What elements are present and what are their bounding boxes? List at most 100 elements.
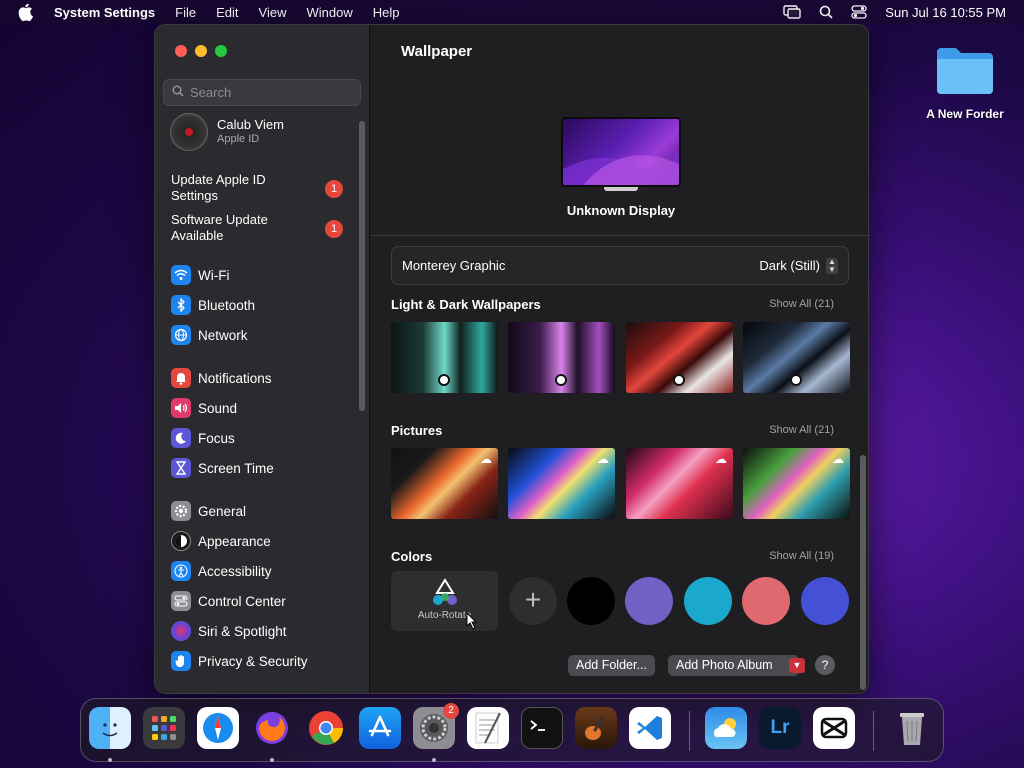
chevron-down-icon[interactable]: ▼ <box>789 658 805 673</box>
garageband-icon[interactable] <box>575 707 617 749</box>
bluetooth-icon <box>171 295 191 315</box>
dynamic-mode-icon <box>789 373 802 386</box>
sidebar-item-control-center[interactable]: Control Center <box>171 589 286 613</box>
menubar-clock[interactable]: Sun Jul 16 10:55 PM <box>885 5 1006 20</box>
cloud-download-icon: ☁ <box>597 452 609 466</box>
add-photo-album-label: Add Photo Album <box>676 658 773 672</box>
alert-software-update[interactable]: Software Update Available 1 <box>171 212 343 244</box>
wallpaper-thumb[interactable] <box>743 322 850 393</box>
sidebar-item-general[interactable]: General <box>171 499 246 523</box>
spotlight-search-icon[interactable] <box>819 5 833 19</box>
alert-update-apple-id[interactable]: Update Apple ID Settings 1 <box>171 172 343 204</box>
chrome-icon[interactable] <box>305 707 347 749</box>
wallpaper-mode[interactable]: Dark (Still) <box>759 258 820 273</box>
capcut-icon[interactable] <box>813 707 855 749</box>
alert-label: Update Apple ID Settings <box>171 172 266 203</box>
wallpaper-thumb[interactable] <box>508 322 615 393</box>
trash-icon[interactable] <box>891 707 933 749</box>
control-center-icon <box>171 591 191 611</box>
menu-view[interactable]: View <box>259 5 287 20</box>
sidebar-item-focus[interactable]: Focus <box>171 426 235 450</box>
safari-icon[interactable] <box>197 707 239 749</box>
sidebar-item-label: Notifications <box>198 370 272 386</box>
sidebar-item-network[interactable]: Network <box>171 323 248 347</box>
picture-thumb[interactable]: ☁ <box>391 448 498 519</box>
sidebar-item-label: Appearance <box>198 533 271 549</box>
dynamic-mode-icon <box>672 373 685 386</box>
firefox-icon[interactable] <box>251 707 293 749</box>
sidebar-item-sound[interactable]: Sound <box>171 396 237 420</box>
auto-rotate-tile[interactable]: Auto-Rotate <box>391 571 498 631</box>
color-swatch[interactable] <box>742 577 790 625</box>
color-swatch[interactable] <box>684 577 732 625</box>
menu-edit[interactable]: Edit <box>216 5 238 20</box>
desktop-folder-label: A New Forder <box>926 107 1004 121</box>
display-preview <box>561 117 681 187</box>
finder-icon[interactable] <box>89 707 131 749</box>
avatar <box>170 113 208 151</box>
account-name: Calub Viem <box>217 117 284 132</box>
search-field[interactable] <box>163 79 361 106</box>
cloud-download-icon: ☁ <box>715 452 727 466</box>
app-menu[interactable]: System Settings <box>54 5 155 20</box>
bell-icon <box>171 368 191 388</box>
zoom-button[interactable] <box>215 45 227 57</box>
weather-icon[interactable] <box>705 707 747 749</box>
launchpad-icon[interactable] <box>143 707 185 749</box>
speaker-icon <box>171 398 191 418</box>
color-swatch[interactable] <box>801 577 849 625</box>
search-input[interactable] <box>190 85 350 100</box>
wallpaper-selector[interactable]: Monterey Graphic Dark (Still) ▲ ▼ <box>391 246 849 285</box>
sidebar-item-label: General <box>198 503 247 519</box>
picture-thumb[interactable]: ☁ <box>626 448 733 519</box>
control-center-icon[interactable] <box>851 5 867 19</box>
lightroom-icon[interactable]: Lr <box>759 707 801 749</box>
add-color-button[interactable]: + <box>509 577 557 625</box>
sidebar-item-privacy-security[interactable]: Privacy & Security <box>171 649 308 673</box>
close-button[interactable] <box>175 45 187 57</box>
show-all-pictures[interactable]: Show All (21) <box>769 424 834 436</box>
wallpaper-thumb[interactable] <box>391 322 498 393</box>
sidebar-item-accessibility[interactable]: Accessibility <box>171 559 272 583</box>
apple-id-account[interactable]: Calub Viem Apple ID <box>170 113 284 151</box>
sidebar-item-siri-spotlight[interactable]: Siri & Spotlight <box>171 619 287 643</box>
app-store-icon[interactable] <box>359 707 401 749</box>
add-photo-album-button[interactable]: Add Photo Album <box>668 655 799 676</box>
sidebar-item-screen-time[interactable]: Screen Time <box>171 456 274 480</box>
search-icon <box>172 85 184 100</box>
menu-bar: System Settings File Edit View Window He… <box>0 0 1024 24</box>
sidebar-item-notifications[interactable]: Notifications <box>171 366 272 390</box>
help-button[interactable]: ? <box>815 655 835 675</box>
desktop-folder[interactable]: A New Forder <box>920 44 1010 121</box>
show-all-light-dark[interactable]: Show All (21) <box>769 298 834 310</box>
display-name: Unknown Display <box>566 203 676 218</box>
dynamic-mode-icon <box>554 373 567 386</box>
divider <box>371 235 868 236</box>
minimize-button[interactable] <box>195 45 207 57</box>
notification-badge: 1 <box>325 220 343 238</box>
chevron-updown-icon[interactable]: ▲ ▼ <box>826 257 838 274</box>
vscode-icon[interactable] <box>629 707 671 749</box>
main-scrollbar[interactable] <box>860 455 866 690</box>
color-swatch[interactable] <box>567 577 615 625</box>
screen-mirroring-icon[interactable] <box>783 5 801 19</box>
terminal-icon[interactable] <box>521 707 563 749</box>
menu-file[interactable]: File <box>175 5 196 20</box>
sidebar-scrollbar[interactable] <box>359 121 365 411</box>
dock-separator <box>873 711 874 751</box>
menu-window[interactable]: Window <box>306 5 352 20</box>
picture-thumb[interactable]: ☁ <box>508 448 615 519</box>
color-swatch[interactable] <box>625 577 673 625</box>
sidebar-item-bluetooth[interactable]: Bluetooth <box>171 293 255 317</box>
picture-thumb[interactable]: ☁ <box>743 448 850 519</box>
textedit-icon[interactable] <box>467 707 509 749</box>
show-all-colors[interactable]: Show All (19) <box>769 550 834 562</box>
add-folder-button[interactable]: Add Folder... <box>568 655 655 676</box>
sidebar: Calub Viem Apple ID Update Apple ID Sett… <box>155 25 370 693</box>
wallpaper-thumb[interactable] <box>626 322 733 393</box>
dock-notification-badge: 2 <box>443 703 459 719</box>
menu-help[interactable]: Help <box>373 5 400 20</box>
sidebar-item-appearance[interactable]: Appearance <box>171 529 271 553</box>
apple-menu-icon[interactable] <box>18 3 40 21</box>
sidebar-item-wifi[interactable]: Wi-Fi <box>171 263 229 287</box>
